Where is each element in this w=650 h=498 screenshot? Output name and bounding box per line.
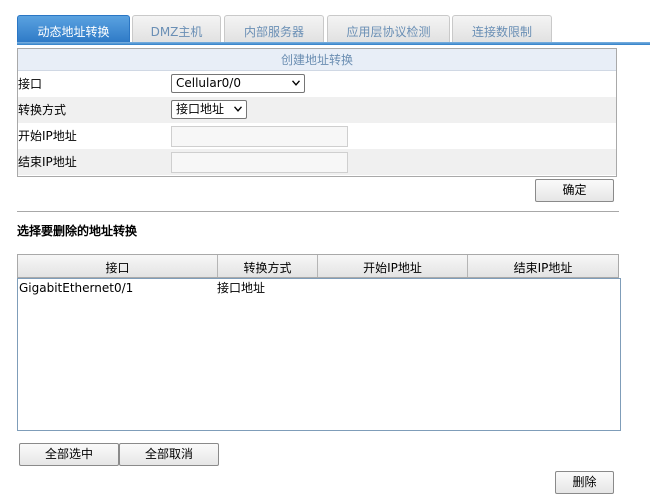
column-header-start-ip: 开始IP地址 <box>318 255 468 277</box>
nat-config-page: 动态地址转换 DMZ主机 内部服务器 应用层协议检测 连接数限制 创建地址转换 … <box>0 0 650 498</box>
section-divider <box>17 211 619 212</box>
start-ip-input[interactable] <box>171 126 348 147</box>
start-ip-row: 开始IP地址 <box>18 123 616 149</box>
interface-row: 接口 Cellular0/0 <box>18 71 616 97</box>
row-interface-cell: GigabitEthernet0/1 <box>19 281 134 295</box>
nat-list[interactable]: GigabitEthernet0/1 接口地址 <box>17 278 621 431</box>
column-header-end-ip: 结束IP地址 <box>513 261 573 275</box>
mode-row: 转换方式 接口地址 <box>18 97 616 123</box>
tab-alg-detection[interactable]: 应用层协议检测 <box>327 15 450 44</box>
end-ip-label: 结束IP地址 <box>18 155 77 169</box>
tab-internal-server[interactable]: 内部服务器 <box>224 15 324 44</box>
form-title: 创建地址转换 <box>18 49 616 71</box>
delete-section-title: 选择要删除的地址转换 <box>17 224 138 238</box>
table-row[interactable]: GigabitEthernet0/1 接口地址 <box>18 279 620 297</box>
mode-select-value: 接口地址 <box>176 102 225 116</box>
interface-select[interactable]: Cellular0/0 <box>171 74 305 93</box>
confirm-button[interactable]: 确定 <box>535 179 614 202</box>
mode-label: 转换方式 <box>18 103 67 117</box>
tab-underline <box>17 42 650 45</box>
column-header-interface: 接口 <box>18 255 218 277</box>
chevron-down-icon <box>292 80 300 86</box>
nat-table-header: 接口 转换方式 开始IP地址 结束IP地址 <box>17 254 619 278</box>
tab-connection-limit[interactable]: 连接数限制 <box>452 15 552 44</box>
end-ip-input[interactable] <box>171 152 348 173</box>
end-ip-row: 结束IP地址 <box>18 149 616 175</box>
row-mode-cell: 接口地址 <box>217 281 266 295</box>
mode-select[interactable]: 接口地址 <box>171 100 247 119</box>
chevron-down-icon <box>234 106 242 112</box>
column-header-mode: 转换方式 <box>218 255 318 277</box>
start-ip-label: 开始IP地址 <box>18 129 77 143</box>
interface-label: 接口 <box>18 77 43 91</box>
tab-dynamic-nat[interactable]: 动态地址转换 <box>17 15 130 45</box>
select-all-button[interactable]: 全部选中 <box>19 443 119 466</box>
tab-bar: 动态地址转换 DMZ主机 内部服务器 应用层协议检测 连接数限制 <box>17 15 650 45</box>
delete-button[interactable]: 删除 <box>555 471 614 494</box>
interface-select-value: Cellular0/0 <box>176 76 241 90</box>
tab-dmz-host[interactable]: DMZ主机 <box>132 15 221 44</box>
deselect-all-button[interactable]: 全部取消 <box>119 443 219 466</box>
create-nat-form: 创建地址转换 接口 Cellular0/0 转换方式 接口地址 开始IP地址 结… <box>17 48 617 177</box>
